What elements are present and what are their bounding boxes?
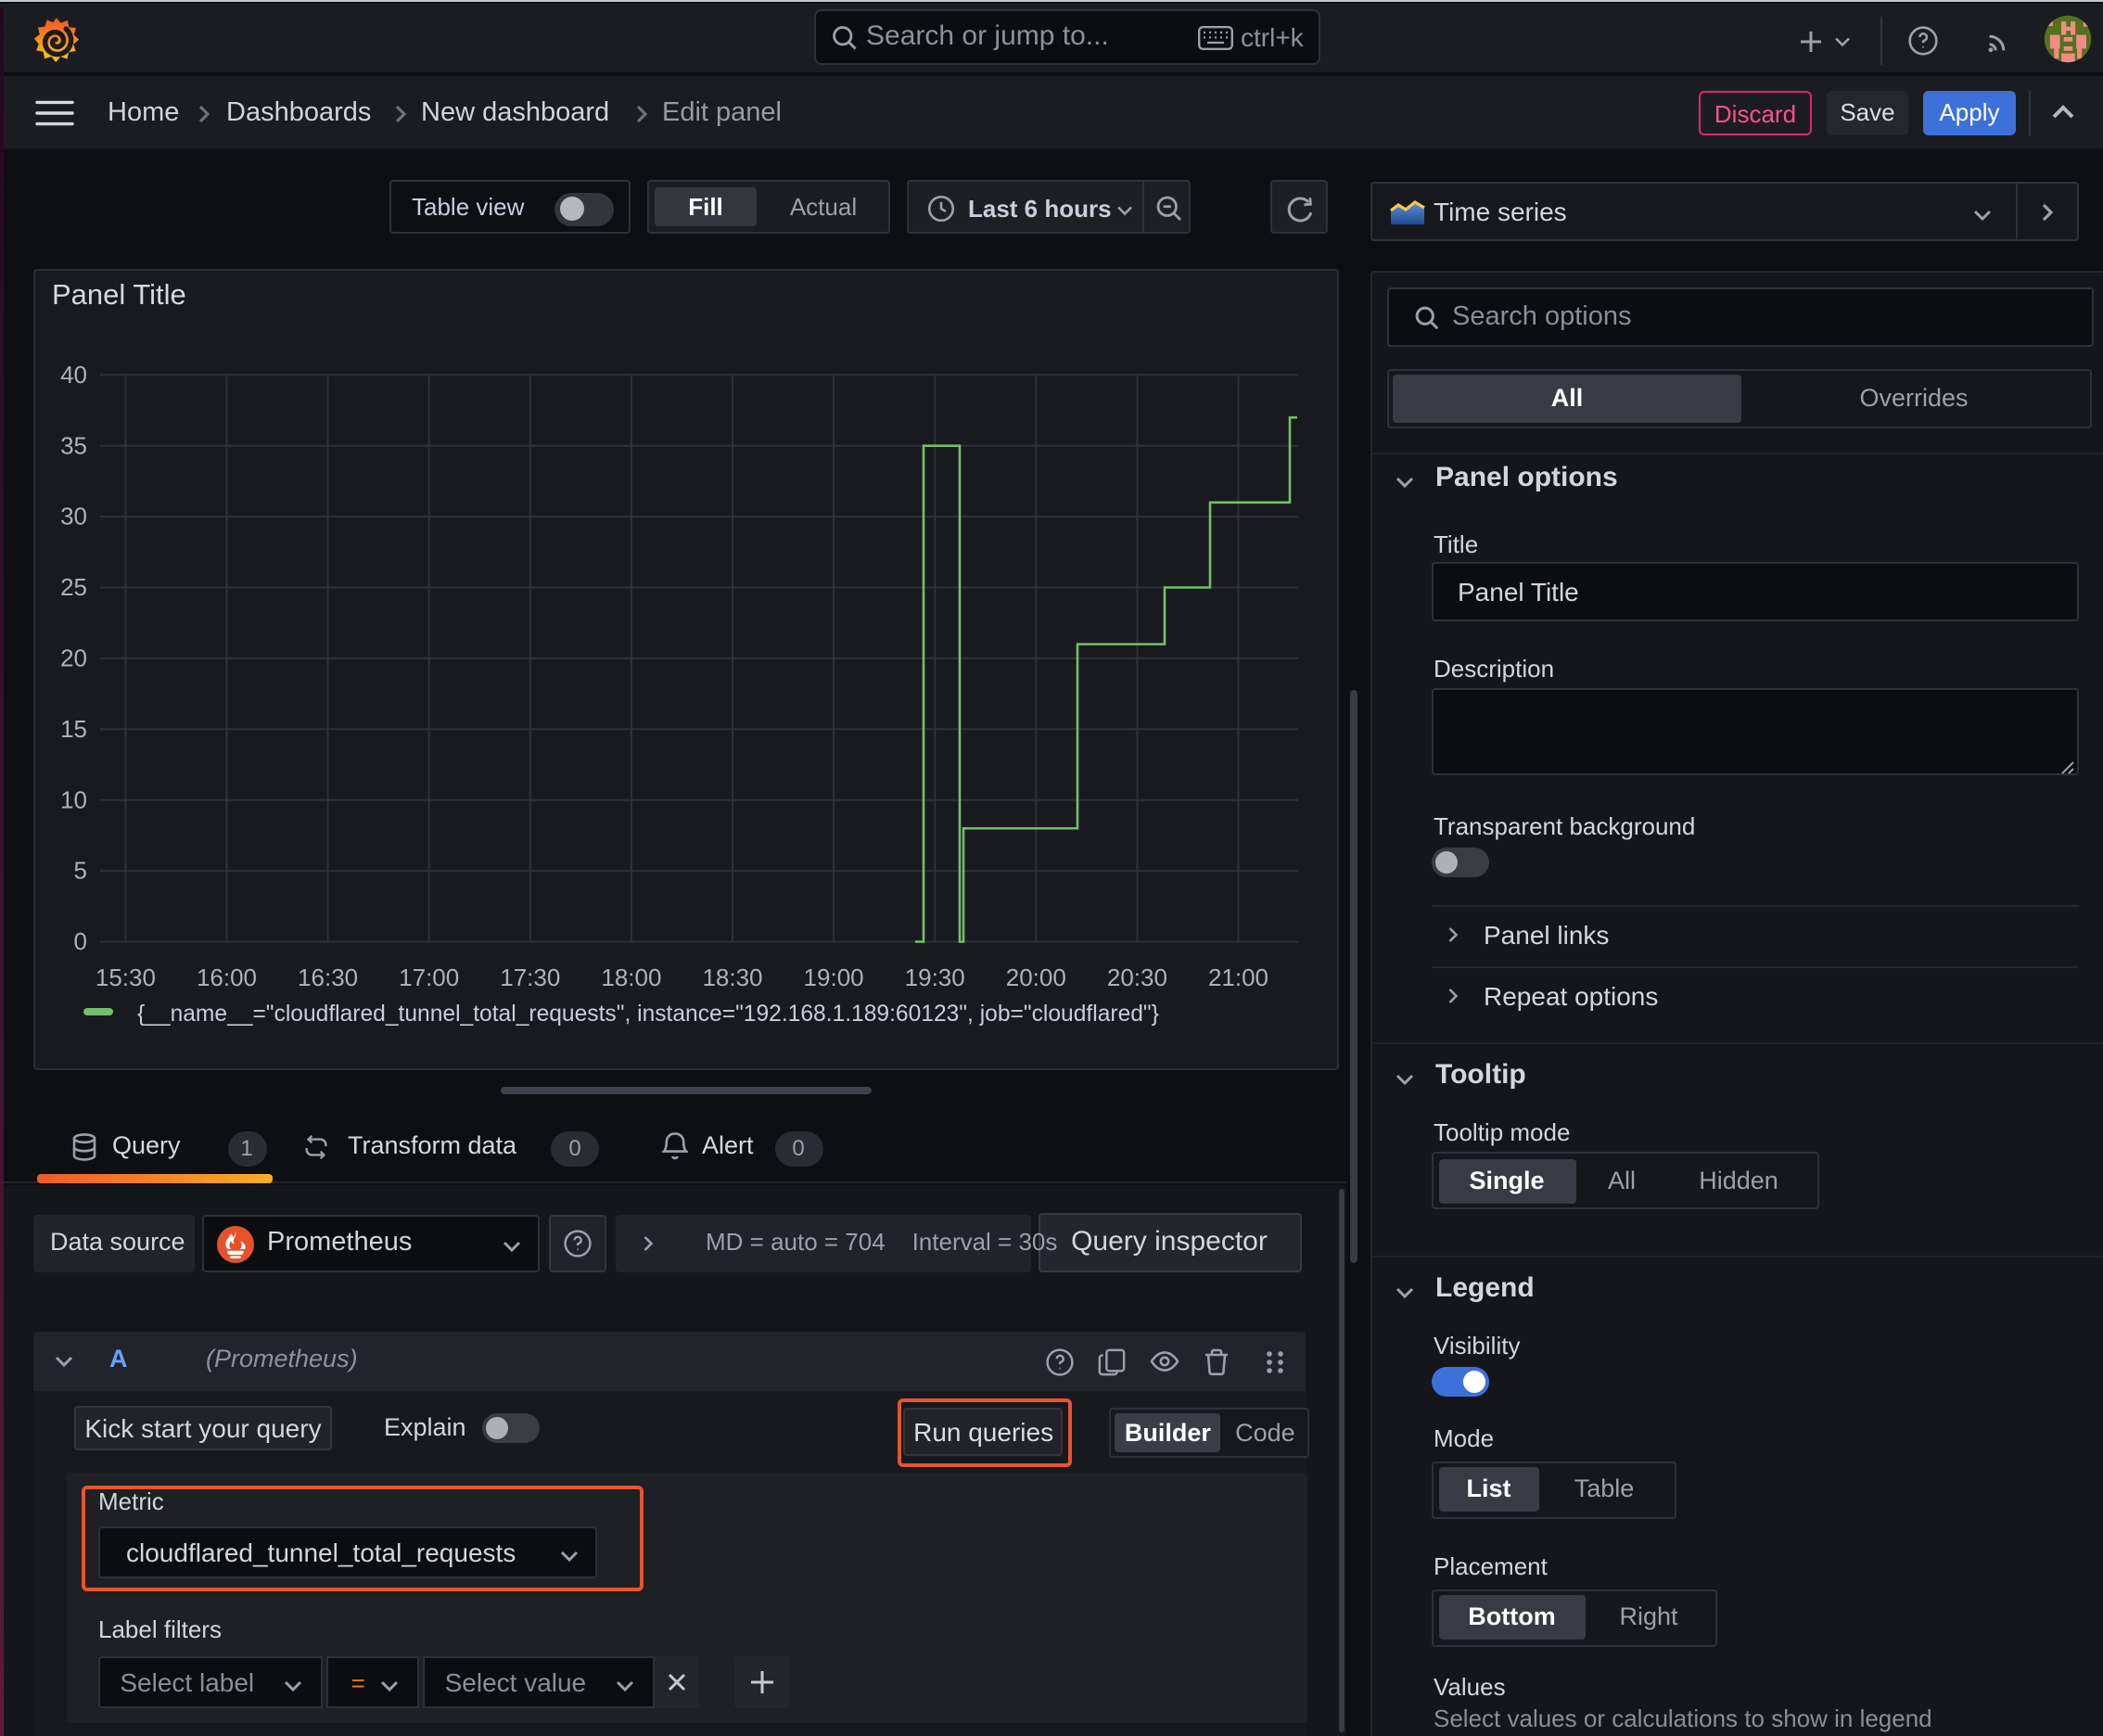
svg-text:21:00: 21:00 [1208, 964, 1268, 991]
svg-text:19:00: 19:00 [804, 964, 864, 991]
svg-text:35: 35 [60, 431, 87, 459]
svg-text:25: 25 [60, 573, 87, 601]
svg-text:10: 10 [60, 785, 87, 813]
svg-text:17:30: 17:30 [500, 964, 560, 991]
svg-text:0: 0 [74, 927, 87, 955]
svg-text:40: 40 [60, 361, 87, 389]
svg-text:18:00: 18:00 [601, 964, 661, 991]
svg-text:16:00: 16:00 [197, 964, 257, 991]
svg-text:20: 20 [60, 645, 87, 672]
svg-text:17:00: 17:00 [399, 964, 459, 991]
svg-text:19:30: 19:30 [905, 964, 965, 991]
svg-text:16:30: 16:30 [298, 964, 358, 991]
svg-text:5: 5 [74, 857, 87, 885]
svg-text:20:00: 20:00 [1006, 964, 1066, 991]
svg-text:15:30: 15:30 [96, 964, 156, 991]
svg-text:18:30: 18:30 [702, 964, 762, 991]
svg-text:30: 30 [60, 503, 87, 530]
svg-text:20:30: 20:30 [1107, 964, 1167, 991]
svg-text:{__name__="cloudflared_tunnel_: {__name__="cloudflared_tunnel_total_requ… [137, 1002, 1159, 1027]
svg-text:15: 15 [60, 715, 87, 743]
